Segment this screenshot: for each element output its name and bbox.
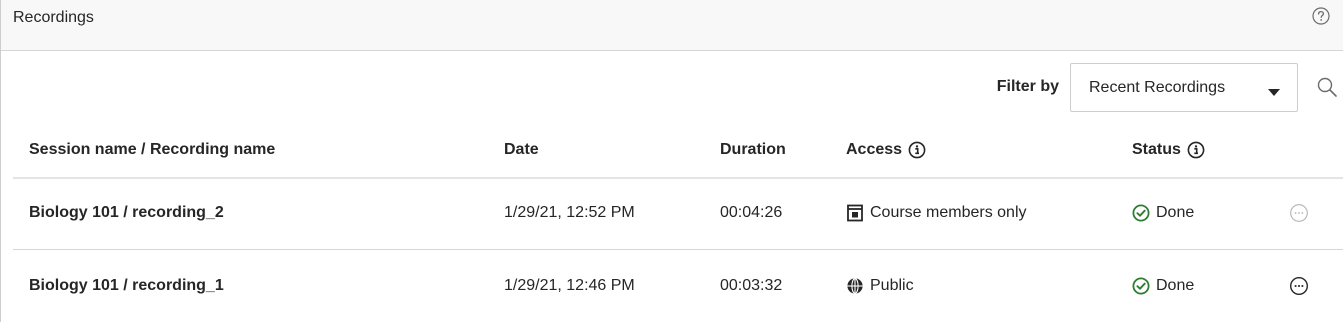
table-row: Biology 101 / recording_2 1/29/21, 12:52… xyxy=(1,179,1343,249)
filter-dropdown[interactable]: Recent Recordings xyxy=(1070,63,1298,112)
status-label: Done xyxy=(1156,277,1195,294)
recording-access: Course members only xyxy=(846,203,1027,223)
recording-status: Done xyxy=(1132,203,1194,223)
column-header-status-label: Status xyxy=(1132,141,1181,158)
column-header-duration-label: Duration xyxy=(720,141,786,158)
access-info-icon[interactable] xyxy=(908,141,926,159)
access-label: Public xyxy=(870,277,914,294)
column-header-duration[interactable]: Duration xyxy=(720,140,786,160)
column-header-name-label: Session name / Recording name xyxy=(29,141,276,158)
filter-selected-value: Recent Recordings xyxy=(1089,79,1226,96)
column-header-date-label: Date xyxy=(504,141,539,158)
row-divider xyxy=(13,249,1343,250)
panel-title: Recordings xyxy=(13,9,94,26)
check-circle-icon xyxy=(1132,204,1150,222)
panel-header: Recordings xyxy=(1,0,1343,51)
table-row: Biology 101 / recording_1 1/29/21, 12:46… xyxy=(1,252,1343,322)
status-info-icon[interactable] xyxy=(1187,141,1205,159)
access-label: Course members only xyxy=(870,204,1027,221)
recordings-panel: Recordings Filter by Recent Recordings S… xyxy=(0,0,1343,322)
column-header-access: Access xyxy=(846,140,926,160)
filter-label: Filter by xyxy=(996,78,1059,95)
search-icon[interactable] xyxy=(1316,76,1338,98)
more-options-icon[interactable] xyxy=(1289,276,1309,296)
recording-name[interactable]: Biology 101 / recording_1 xyxy=(29,276,224,296)
caret-down-icon xyxy=(1267,84,1281,96)
column-header-date[interactable]: Date xyxy=(504,140,539,160)
column-header-access-label: Access xyxy=(846,141,903,158)
column-header-name[interactable]: Session name / Recording name xyxy=(29,140,275,160)
recording-date: 1/29/21, 12:46 PM xyxy=(504,277,635,294)
recording-name[interactable]: Biology 101 / recording_2 xyxy=(29,203,224,223)
recording-duration: 00:03:32 xyxy=(720,277,783,294)
recording-access: Public xyxy=(846,276,914,296)
help-icon[interactable] xyxy=(1311,6,1331,26)
recording-date: 1/29/21, 12:52 PM xyxy=(504,204,635,221)
status-label: Done xyxy=(1156,204,1195,221)
course-members-icon xyxy=(846,204,864,222)
more-options-icon[interactable] xyxy=(1289,203,1309,223)
globe-icon xyxy=(846,277,864,295)
recording-duration: 00:04:26 xyxy=(720,204,783,221)
column-header-status: Status xyxy=(1132,140,1205,160)
recording-status: Done xyxy=(1132,276,1194,296)
check-circle-icon xyxy=(1132,277,1150,295)
